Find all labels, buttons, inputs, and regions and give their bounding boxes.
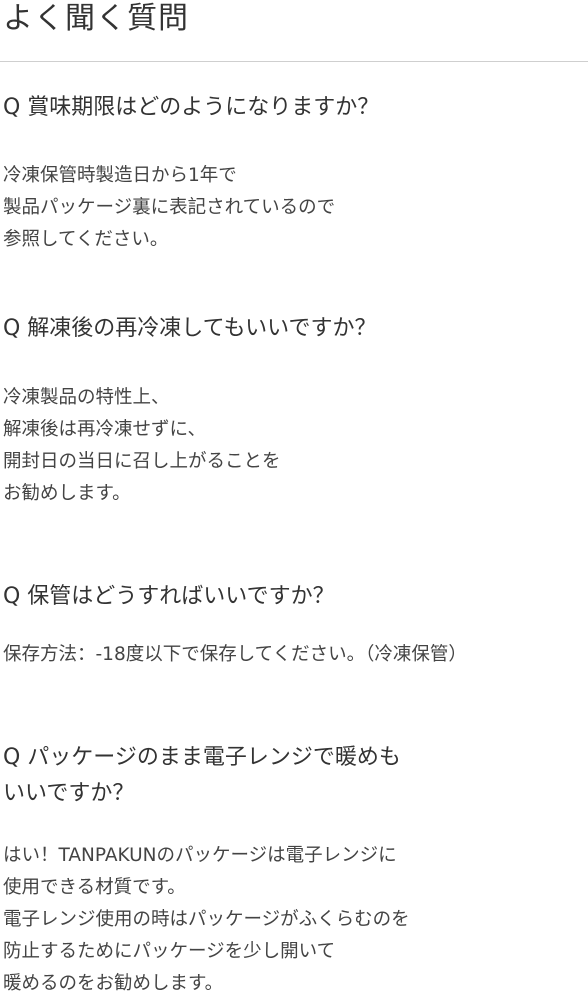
faq-question: Q 賞味期限はどのようになりますか？ [3,95,380,120]
faq-question: Q パッケージのまま電子レンジで暖めも いいですか？ [3,745,401,806]
faq-question: Q 解凍後の再冷凍してもいいですか？ [3,316,377,341]
page-title: よく聞く質問 [3,1,189,36]
faq-item: Q 解凍後の再冷凍してもいいですか？ 冷凍製品の特性上、 解凍後は再冷凍せずに、… [3,311,563,510]
faq-item: Q パッケージのまま電子レンジで暖めも いいですか？ はい！TANPAKUNのパ… [3,740,563,1000]
faq-page: よく聞く質問 Q 賞味期限はどのようになりますか？ 冷凍保管時製造日から1年で … [0,0,588,994]
faq-question: Q 保管はどうすればいいですか？ [3,584,335,609]
faq-answer: 保存方法：-18度以下で保存してください。（冷凍保管） [3,644,467,665]
faq-answer: 冷凍保管時製造日から1年で 製品パッケージ裏に表記されているので 参照してくださ… [3,165,336,250]
faq-item: Q 賞味期限はどのようになりますか？ 冷凍保管時製造日から1年で 製品パッケージ… [3,90,563,256]
title-divider [0,61,588,62]
faq-item: Q 保管はどうすればいいですか？ 保存方法：-18度以下で保存してください。（冷… [3,579,563,671]
faq-answer: はい！TANPAKUNのパッケージは電子レンジに 使用できる材質です。 電子レン… [3,845,410,994]
faq-answer: 冷凍製品の特性上、 解凍後は再冷凍せずに、 開封日の当日に召し上がることを お勧… [3,387,281,504]
